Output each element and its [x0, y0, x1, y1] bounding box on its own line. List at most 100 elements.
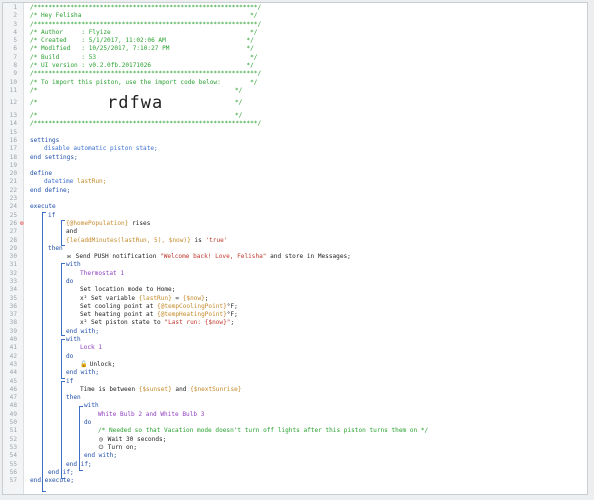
unit-label: °F; [226, 311, 238, 319]
end-with-keyword: end with; [84, 452, 118, 460]
line-number: 42 [9, 352, 17, 360]
piston-code-viewer: 1 /**************************************… [2, 2, 588, 495]
line-number: 40 [9, 336, 17, 344]
condition-operand[interactable]: {@homePopulation} [66, 220, 128, 227]
then-keyword: then [66, 394, 81, 402]
line-number: 30 [9, 253, 17, 261]
line-number: 15 [9, 128, 17, 136]
device-bulbs[interactable]: White Bulb 2 and White Bulb 3 [98, 411, 204, 419]
line-number: 2 [13, 12, 17, 20]
line-number: 51 [9, 427, 17, 435]
do-keyword: do [66, 352, 74, 360]
header-border: /***************************************… [30, 70, 262, 78]
line-number: 50 [9, 419, 17, 427]
line-number: 44 [9, 369, 17, 377]
heating-point-var: {@tempHeatingPoint} [157, 311, 227, 319]
then-keyword: then [48, 244, 63, 252]
line-number: 48 [9, 402, 17, 410]
sunrise-var: {$nextSunrise} [190, 385, 242, 393]
device-thermostat[interactable]: Thermostat 1 [80, 270, 124, 278]
line-number: 25 [9, 211, 17, 219]
do-keyword: do [84, 419, 92, 427]
settings-statement: disable automatic piston state; [44, 145, 158, 153]
wait-action[interactable]: Wait 30 seconds; [108, 436, 167, 443]
line-number: 39 [9, 327, 17, 335]
piston-state-value: "Last run: {$now}" [164, 319, 231, 327]
set-heating-action[interactable]: Set heating point at [80, 311, 153, 318]
if-keyword: if [66, 377, 74, 385]
line-number: 9 [13, 70, 17, 78]
breakpoint-icon[interactable]: ⚙ [20, 220, 24, 228]
header-border: /***************************************… [30, 120, 262, 128]
line-number: 1 [13, 4, 17, 11]
line-number: 18 [9, 153, 17, 161]
header-title: /* Hey Felisha */ [30, 12, 258, 20]
header-border: /***************************************… [30, 20, 262, 28]
variable-icon: x² [80, 319, 88, 327]
variable-icon: x² [80, 294, 88, 302]
push-store: and store in Messages; [270, 253, 351, 261]
line-number: 35 [9, 294, 17, 302]
power-icon: ⏻ [98, 443, 104, 451]
type-keyword: datetime [44, 178, 74, 186]
unlock-action[interactable]: Unlock; [90, 361, 116, 368]
push-message: "Welcome back! Love, Felisha" [160, 253, 267, 261]
set-location-action[interactable]: Set location mode to [80, 286, 153, 293]
end-settings-keyword: end settings; [30, 153, 78, 161]
end-define-keyword: end define; [30, 186, 71, 194]
header-import-note: /* To import this piston, use the import… [30, 78, 258, 86]
line-number: 7 [13, 53, 17, 61]
header-border: /***************************************… [30, 4, 262, 11]
with-keyword: with [66, 261, 81, 269]
line-number: 8 [13, 62, 17, 70]
line-number: 10 [9, 78, 17, 86]
assign-operator: = [175, 294, 180, 302]
import-code: rdfwa [107, 93, 164, 114]
line-number: 34 [9, 286, 17, 294]
variable-name: lastRun; [77, 178, 107, 186]
unit-label: °F; [226, 302, 238, 310]
statement-terminator: ; [230, 319, 235, 327]
line-number: 14 [9, 120, 17, 128]
line-number: 53 [9, 443, 17, 451]
line-number: 33 [9, 278, 17, 285]
line-number: 38 [9, 319, 17, 327]
line-number: 29 [9, 244, 17, 252]
header-author: /* Author : Flyize */ [30, 28, 258, 36]
if-keyword: if [48, 211, 56, 219]
line-number: 23 [9, 195, 17, 203]
line-number: 56 [9, 468, 17, 476]
line-number: 21 [9, 178, 17, 186]
push-action[interactable]: Send PUSH notification [76, 253, 157, 260]
with-block-bracket [79, 406, 83, 471]
vacation-comment: /* Needed so that Vacation mode doesn't … [98, 427, 429, 435]
condition-bracket [61, 220, 65, 246]
set-variable-action[interactable]: Set variable [91, 295, 135, 302]
time-operand[interactable]: Time [80, 386, 95, 393]
do-keyword: do [66, 278, 74, 285]
header-blank-right: */ [235, 99, 243, 107]
location-mode-value: Home; [157, 286, 176, 294]
turn-on-action[interactable]: Turn on; [108, 444, 137, 451]
device-lock[interactable]: Lock 1 [80, 344, 102, 352]
line-number: 43 [9, 360, 17, 368]
set-cooling-action[interactable]: Set cooling point at [80, 303, 153, 310]
and-keyword: and [175, 385, 187, 393]
line-number: 49 [9, 410, 17, 418]
with-keyword: with [66, 336, 81, 344]
line-number: 20 [9, 170, 17, 178]
line-number: 54 [9, 452, 17, 460]
cooling-point-var: {@tempCoolingPoint} [157, 302, 227, 310]
between-operator: is between [98, 385, 136, 393]
set-piston-state-action[interactable]: Set piston state to [91, 319, 161, 326]
line-number: 3 [13, 20, 17, 28]
with-block-bracket [61, 263, 65, 336]
condition-operator: rises [132, 219, 151, 227]
message-icon: ✉ [67, 253, 71, 261]
line-number: 41 [9, 344, 17, 352]
with-block-bracket [61, 339, 65, 379]
condition-expression[interactable]: {le(addMinutes(lastRun, 5), $now)} [66, 237, 191, 244]
line-number: 37 [9, 311, 17, 319]
and-keyword: and [66, 228, 78, 236]
end-execute-keyword: end execute; [30, 477, 75, 485]
